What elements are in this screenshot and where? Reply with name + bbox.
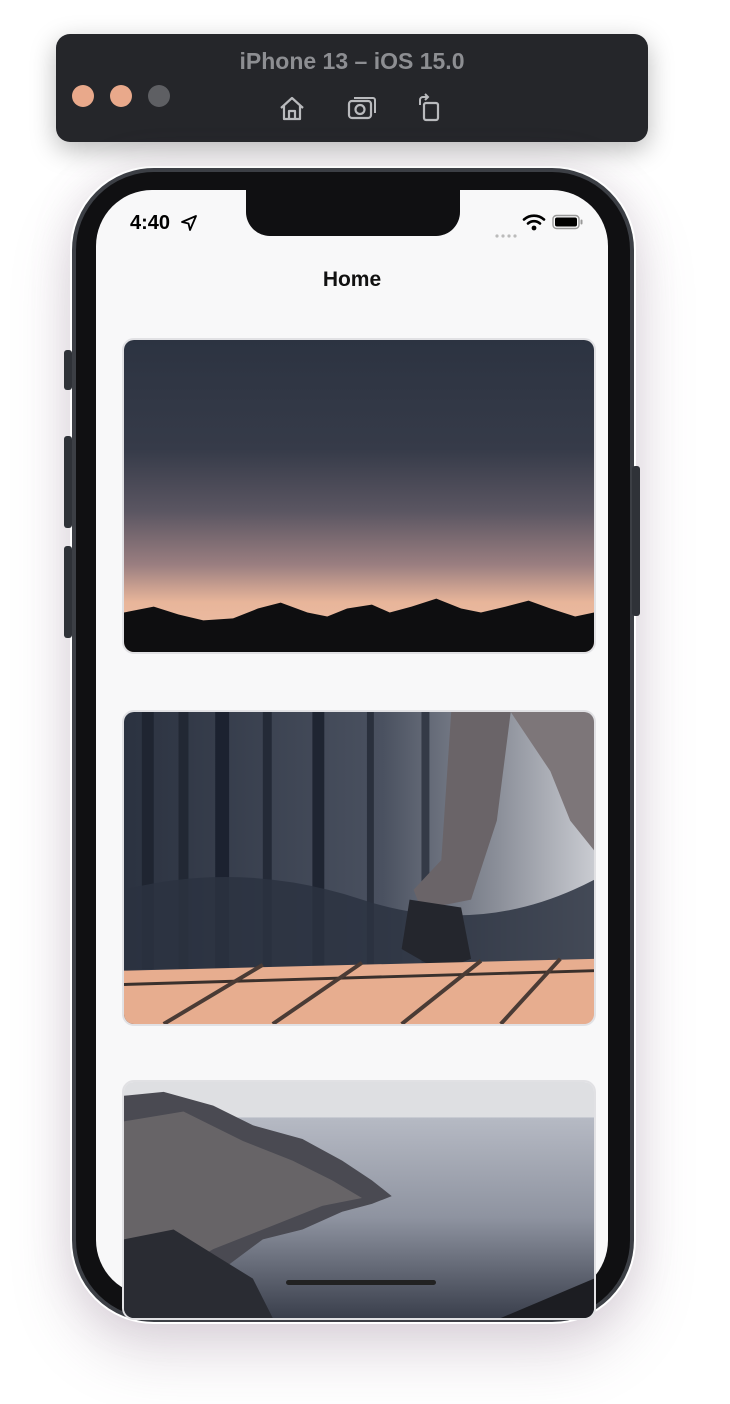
location-arrow-icon: [180, 214, 198, 232]
mountain-sunset-image: [124, 340, 594, 652]
signal-icon: [494, 226, 518, 238]
notch: [246, 190, 460, 236]
power-button: [632, 466, 640, 616]
volume-down-button: [64, 546, 72, 638]
hiker-boardwalk-image: [124, 712, 594, 1024]
rotate-icon[interactable]: [414, 92, 446, 124]
simulator-title: iPhone 13 – iOS 15.0: [239, 48, 465, 74]
mute-switch: [64, 350, 72, 390]
screenshot-icon[interactable]: [346, 92, 378, 124]
page-title: Home: [322, 268, 382, 291]
feed-card[interactable]: [122, 710, 596, 1026]
simulator-window: iPhone 13 – iOS 15.0 4:40 Home: [0, 0, 730, 1404]
window-close-button[interactable]: [72, 85, 94, 107]
home-icon[interactable]: [276, 92, 308, 124]
simulator-toolbar: iPhone 13 – iOS 15.0: [56, 34, 648, 142]
battery-icon: [552, 214, 584, 230]
feed-card[interactable]: [122, 338, 596, 654]
wifi-icon: [522, 213, 546, 231]
home-indicator[interactable]: [286, 1280, 436, 1285]
window-minimize-button[interactable]: [110, 85, 132, 107]
volume-up-button: [64, 436, 72, 528]
window-zoom-button[interactable]: [148, 85, 170, 107]
status-time: 4:40: [130, 212, 171, 234]
